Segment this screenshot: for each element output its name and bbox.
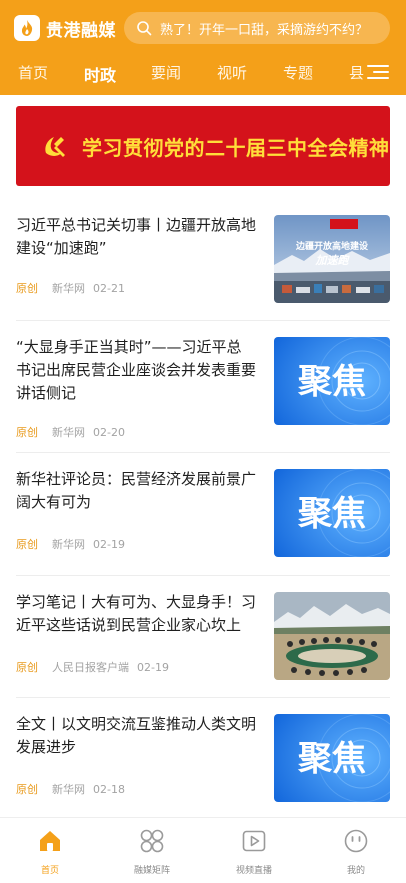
focus-thumbnail[interactable]: 聚焦 — [274, 469, 390, 557]
divider — [16, 697, 390, 698]
news-source: 新华网 — [52, 538, 85, 551]
banner-title: 学习贯彻党的二十届三中全会精神 — [82, 135, 390, 160]
original-tag: 原创 — [16, 538, 38, 551]
logo-flame-icon — [14, 15, 40, 41]
tab-politics[interactable]: 时政 — [84, 62, 116, 86]
divider — [16, 575, 390, 576]
news-source: 新华网 — [52, 282, 85, 295]
news-meta: 原创 新华网 02-20 — [16, 424, 125, 440]
tab-headlines[interactable]: 要闻 — [151, 62, 181, 83]
party-emblem-icon — [45, 137, 65, 157]
news-date: 02-20 — [93, 425, 125, 439]
nav-label: 融媒矩阵 — [133, 866, 170, 876]
news-title: 学习笔记丨大有可为、大显身手！习近平这些话说到民营企业家心坎上 — [16, 593, 257, 634]
focus-thumbnail[interactable]: 聚焦 — [274, 714, 390, 802]
nav-home[interactable]: 首页 — [10, 828, 90, 876]
news-date: 02-18 — [93, 782, 125, 796]
news-title: 新华社评论员：民营经济发展前景广阔大有可为 — [16, 470, 257, 511]
divider — [16, 452, 390, 453]
news-source: 新华网 — [52, 426, 85, 439]
news-meta: 原创 新华网 02-18 — [16, 781, 125, 797]
video-play-icon — [242, 830, 266, 852]
app-logo[interactable]: 贵港融媒 — [14, 14, 116, 42]
thumb-caption: 边疆开放高地建设 — [295, 240, 369, 252]
focus-thumbnail[interactable]: 聚焦 — [274, 337, 390, 425]
news-date: 02-21 — [93, 281, 125, 295]
news-meta: 原创 新华网 02-21 — [16, 280, 125, 296]
study-banner[interactable]: 学习贯彻党的二十届三中全会精神 — [16, 106, 390, 186]
search-placeholder: 熟了！开年一口甜，采摘游约不约？ — [160, 22, 369, 38]
search-icon — [137, 21, 152, 36]
focus-label: 聚焦 — [297, 494, 366, 534]
news-meta: 原创 新华网 02-19 — [16, 536, 125, 552]
top-header: 贵港融媒 熟了！开年一口甜，采摘游约不约？ 首页 时政 要闻 视听 专题 县 — [0, 0, 406, 95]
news-source: 人民日报客户端 — [52, 661, 129, 674]
bottom-nav: 首页 融媒矩阵 视频直播 我的 — [0, 817, 406, 883]
nav-label: 视频直播 — [235, 866, 272, 876]
logo-text: 贵港融媒 — [46, 20, 116, 41]
original-tag: 原创 — [16, 661, 38, 674]
tab-county[interactable]: 县 — [349, 62, 364, 83]
nav-label: 首页 — [40, 866, 59, 876]
news-title: 习近平总书记关切事丨边疆开放高地建设“加速跑” — [16, 216, 257, 257]
news-source: 新华网 — [52, 783, 85, 796]
nav-profile[interactable]: 我的 — [316, 828, 396, 876]
tab-audiovisual[interactable]: 视听 — [217, 62, 247, 83]
tab-home[interactable]: 首页 — [18, 62, 48, 83]
channel-menu-icon[interactable] — [366, 62, 390, 82]
news-item[interactable]: 全文丨以文明交流互鉴推动人类文明发展进步 原创 新华网 02-18 聚焦 — [0, 699, 406, 817]
app-screen: 贵港融媒 熟了！开年一口甜，采摘游约不约？ 首页 时政 要闻 视听 专题 县 学… — [0, 0, 406, 883]
news-date: 02-19 — [93, 537, 125, 551]
news-item[interactable]: “大显身手正当其时”——习近平总书记出席民营企业座谈会并发表重要讲话侧记 原创 … — [0, 322, 406, 440]
news-thumbnail[interactable] — [274, 592, 390, 680]
news-date: 02-19 — [137, 660, 169, 674]
news-item[interactable]: 学习笔记丨大有可为、大显身手！习近平这些话说到民营企业家心坎上 原创 人民日报客… — [0, 577, 406, 695]
news-item[interactable]: 习近平总书记关切事丨边疆开放高地建设“加速跑” 原创 新华网 02-21 边疆开… — [0, 200, 406, 318]
news-title: 全文丨以文明交流互鉴推动人类文明发展进步 — [16, 715, 257, 756]
thumb-subcaption: 加速跑 — [315, 254, 351, 267]
nav-matrix[interactable]: 融媒矩阵 — [112, 828, 192, 876]
original-tag: 原创 — [16, 783, 38, 796]
search-bar[interactable]: 熟了！开年一口甜，采摘游约不约？ — [124, 12, 390, 44]
news-item[interactable]: 新华社评论员：民营经济发展前景广阔大有可为 原创 新华网 02-19 聚焦 — [0, 454, 406, 572]
tab-topics[interactable]: 专题 — [283, 62, 313, 83]
focus-label: 聚焦 — [297, 362, 366, 402]
nav-live-video[interactable]: 视频直播 — [214, 828, 294, 876]
focus-label: 聚焦 — [297, 739, 366, 779]
original-tag: 原创 — [16, 426, 38, 439]
home-icon — [40, 831, 60, 851]
profile-icon — [344, 829, 368, 853]
original-tag: 原创 — [16, 282, 38, 295]
channel-tabs: 首页 时政 要闻 视听 专题 县 — [0, 58, 406, 88]
matrix-icon — [140, 829, 164, 853]
divider — [16, 320, 390, 321]
nav-label: 我的 — [346, 866, 365, 876]
news-thumbnail[interactable]: 边疆开放高地建设 加速跑 — [274, 215, 390, 303]
news-meta: 原创 人民日报客户端 02-19 — [16, 659, 169, 675]
news-title: “大显身手正当其时”——习近平总书记出席民营企业座谈会并发表重要讲话侧记 — [16, 338, 257, 402]
